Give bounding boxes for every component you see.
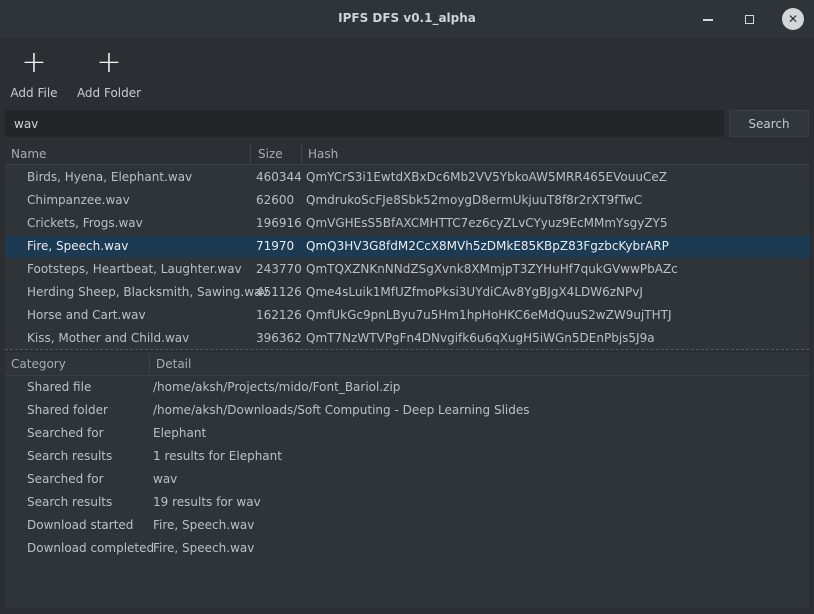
file-hash-cell: QmQ3HV3G8fdM2CcX8MVh5zDMkE85KBpZ83FgzbcK… xyxy=(306,239,669,253)
log-row[interactable]: Shared folder/home/aksh/Downloads/Soft C… xyxy=(5,399,809,422)
file-name-cell: Birds, Hyena, Elephant.wav xyxy=(27,170,193,184)
log-detail-cell: 1 results for Elephant xyxy=(153,449,282,463)
log-detail-cell: /home/aksh/Projects/mido/Font_Bariol.zip xyxy=(153,380,401,394)
file-row[interactable]: Fire, Speech.wav 71970 QmQ3HV3G8fdM2CcX8MV… xyxy=(5,235,809,258)
log-category-cell: Search results xyxy=(27,449,113,463)
log-row[interactable]: Download started Fire, Speech.wav xyxy=(5,514,809,537)
column-header-hash[interactable]: Hash xyxy=(308,147,338,161)
window-title: IPFS DFS v0.1_alpha xyxy=(338,11,476,25)
file-size-cell: 196916 xyxy=(256,216,302,230)
activity-log-table: Category Detail Shared file/home/aksh/Pr… xyxy=(5,352,809,608)
column-header-category[interactable]: Category xyxy=(11,357,66,371)
log-category-cell: Download completed xyxy=(27,541,155,555)
log-detail-cell: Fire, Speech.wav xyxy=(153,541,255,555)
file-hash-cell: QmTQXZNKnNNdZSgXvnk8XMmjpT3ZYHuHf7qukGVw… xyxy=(306,262,678,276)
log-row[interactable]: Search results 19 results for wav xyxy=(5,491,809,514)
column-divider[interactable] xyxy=(301,144,302,164)
column-divider[interactable] xyxy=(149,354,150,374)
file-name-cell: Crickets, Frogs.wav xyxy=(27,216,143,230)
log-row[interactable]: Searched for wav xyxy=(5,468,809,491)
file-row[interactable]: Birds, Hyena, Elephant.wav 460344 QmYCrS3i… xyxy=(5,166,809,189)
file-hash-cell: QmfUkGc9pnLByu7u5Hm1hpHoHKC6eMdQuuS2wZW9… xyxy=(306,308,672,322)
log-detail-cell: Fire, Speech.wav xyxy=(153,518,255,532)
column-header-detail[interactable]: Detail xyxy=(156,357,191,371)
minimize-icon xyxy=(703,19,713,21)
add-file-button[interactable]: + Add File xyxy=(10,45,58,102)
log-category-cell: Shared file xyxy=(27,380,92,394)
file-size-cell: 243770 xyxy=(256,262,302,276)
log-detail-cell: 19 results for wav xyxy=(153,495,261,509)
log-row[interactable]: Search results 1 results for Elephant xyxy=(5,445,809,468)
file-row[interactable]: Kiss, Mother and Child.wav 396362 QmT7NzWT… xyxy=(5,327,809,349)
log-table-header: Category Detail xyxy=(5,352,809,376)
log-category-cell: Search results xyxy=(27,495,113,509)
file-name-cell: Fire, Speech.wav xyxy=(27,239,129,253)
log-detail-cell: wav xyxy=(153,472,178,486)
add-file-label: Add File xyxy=(10,86,58,100)
column-divider[interactable] xyxy=(250,144,251,164)
search-input[interactable] xyxy=(5,110,724,137)
file-name-cell: Chimpanzee.wav xyxy=(27,193,130,207)
file-name-cell: Horse and Cart.wav xyxy=(27,308,146,322)
log-category-cell: Download started xyxy=(27,518,134,532)
file-name-cell: Kiss, Mother and Child.wav xyxy=(27,331,190,345)
log-detail-cell: /home/aksh/Downloads/Soft Computing - De… xyxy=(153,403,530,417)
file-size-cell: 396362 xyxy=(256,331,302,345)
minimize-button[interactable] xyxy=(697,8,719,30)
log-detail-cell: Elephant xyxy=(153,426,207,440)
log-row[interactable]: Shared file/home/aksh/Projects/mido/Font… xyxy=(5,376,809,399)
log-row[interactable]: Searched for Elephant xyxy=(5,422,809,445)
column-header-size[interactable]: Size xyxy=(258,147,283,161)
file-size-cell: 162126 xyxy=(256,308,302,322)
file-hash-cell: QmYCrS3i1EwtdXBxDc6Mb2VV5YbkoAW5MRR465EV… xyxy=(306,170,667,184)
file-name-cell: Footsteps, Heartbeat, Laughter.wav xyxy=(27,262,242,276)
file-hash-cell: QmVGHEsS5BfAXCMHTTC7ez6cyZLvCYyuz9EcMMmY… xyxy=(306,216,668,230)
file-row[interactable]: Horse and Cart.wav 162126 QmfUkGc9pnLByu7u… xyxy=(5,304,809,327)
file-row[interactable]: Footsteps, Heartbeat, Laughter.wav 243770… xyxy=(5,258,809,281)
file-size-cell: 460344 xyxy=(256,170,302,184)
log-row[interactable]: Download completed Fire, Speech.wav xyxy=(5,537,809,560)
column-header-name[interactable]: Name xyxy=(11,147,46,161)
log-category-cell: Shared folder xyxy=(27,403,108,417)
maximize-button[interactable] xyxy=(738,8,760,30)
maximize-icon xyxy=(744,14,754,24)
file-hash-cell: QmT7NzWTVPgFn4DNvgifk6u6qXugH5iWGn5DEnPb… xyxy=(306,331,655,345)
close-button[interactable]: ✕ xyxy=(782,8,804,30)
file-hash-cell: Qme4sLuik1MfUZfmoPksi3UYdiCAv8YgBJgX4LDW… xyxy=(306,285,643,299)
file-name-cell: Herding Sheep, Blacksmith, Sawing.wav xyxy=(27,285,269,299)
title-bar: IPFS DFS v0.1_alpha ✕ xyxy=(0,0,814,38)
plus-icon: + xyxy=(96,45,122,80)
add-folder-label: Add Folder xyxy=(76,86,142,100)
file-size-cell: 62600 xyxy=(256,193,295,207)
file-row[interactable]: Chimpanzee.wav 62600 QmdrukoScFJe8Sbk52moy… xyxy=(5,189,809,212)
file-size-cell: 451126 xyxy=(256,285,302,299)
add-folder-button[interactable]: + Add Folder xyxy=(76,45,142,102)
close-icon: ✕ xyxy=(787,12,799,26)
file-table: Name Size Hash Birds, Hyena, Elephant.wa… xyxy=(5,143,809,349)
plus-icon: + xyxy=(21,45,47,80)
file-row[interactable]: Crickets, Frogs.wav 196916 QmVGHEsS5BfAXCM… xyxy=(5,212,809,235)
file-hash-cell: QmdrukoScFJe8Sbk52moygD8ermUkjuuT8f8r2rX… xyxy=(306,193,643,207)
panel-splitter[interactable] xyxy=(5,349,809,351)
search-button[interactable]: Search xyxy=(729,110,809,137)
file-size-cell: 71970 xyxy=(256,239,295,253)
file-table-header: Name Size Hash xyxy=(5,143,809,165)
log-category-cell: Searched for xyxy=(27,426,104,440)
file-row[interactable]: Herding Sheep, Blacksmith, Sawing.wav 451… xyxy=(5,281,809,304)
log-category-cell: Searched for xyxy=(27,472,104,486)
